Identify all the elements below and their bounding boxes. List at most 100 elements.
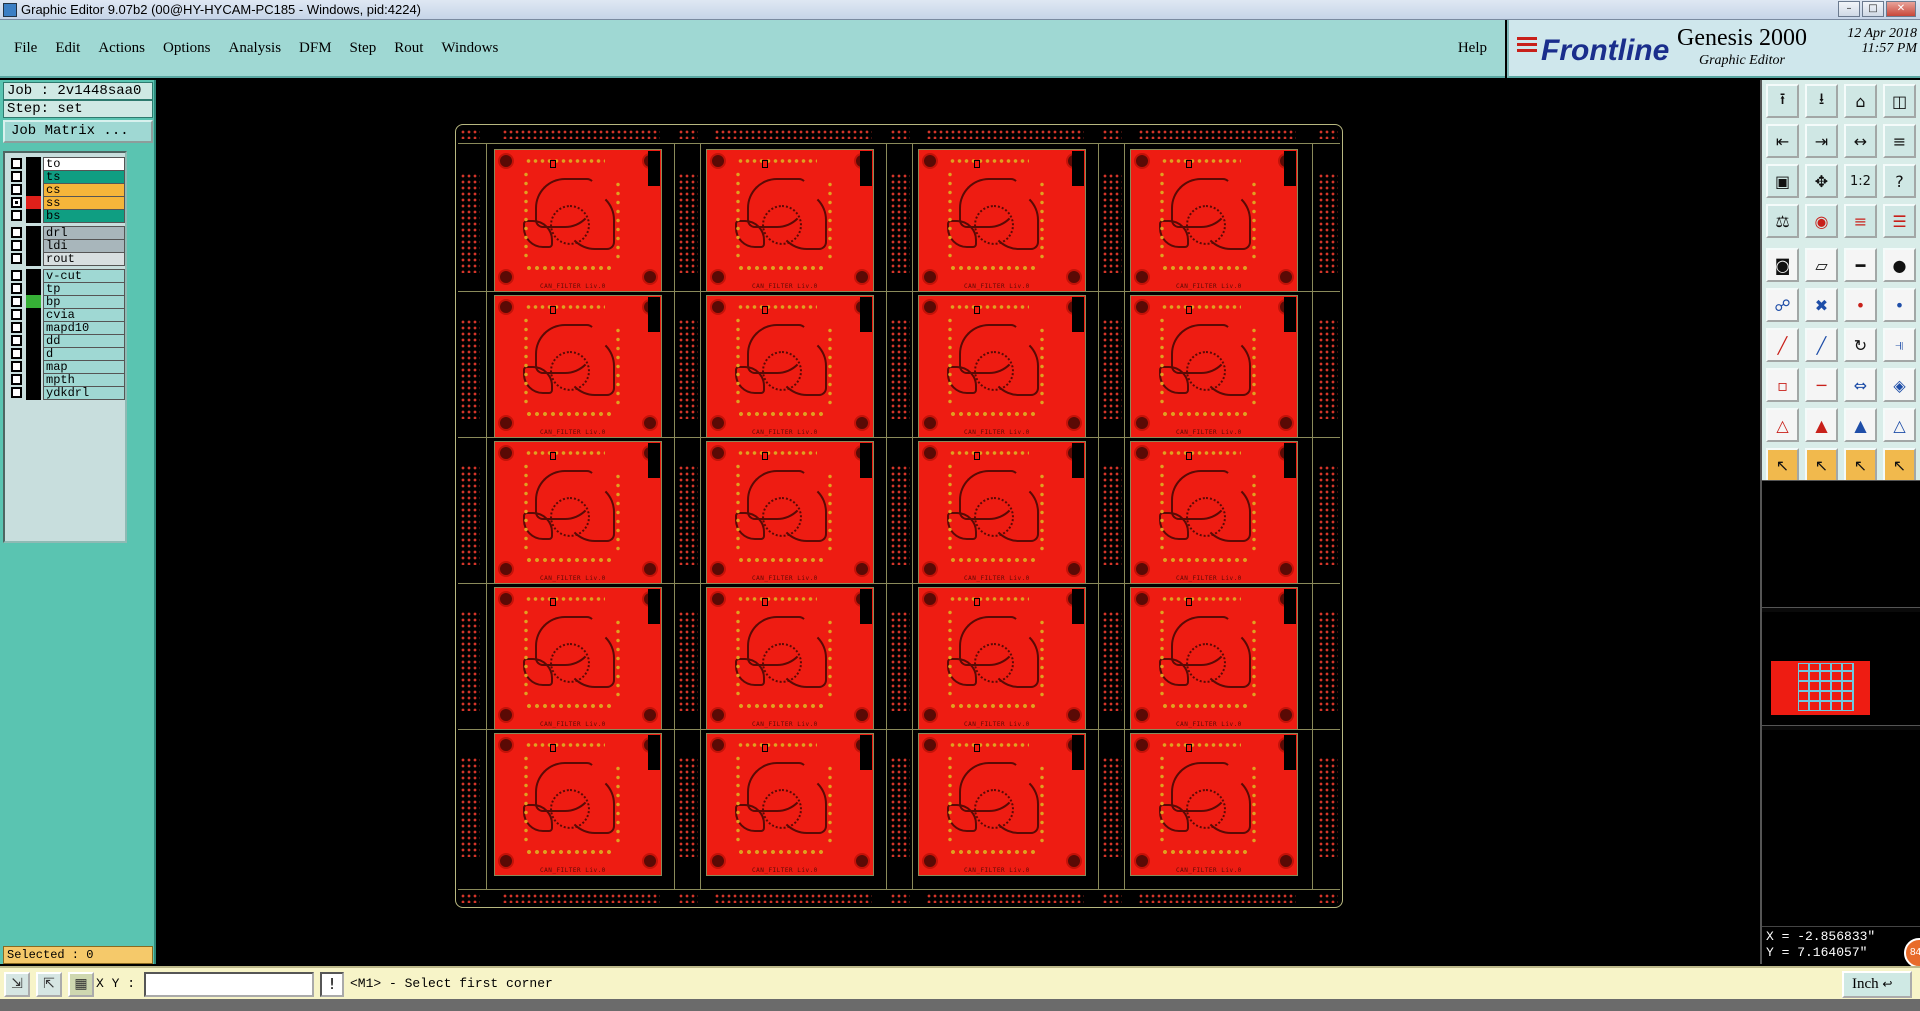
node-alt-button[interactable]: • <box>1883 288 1916 322</box>
job-matrix-button[interactable]: Job Matrix ... <box>3 120 153 143</box>
menu-step[interactable]: Step <box>350 40 377 57</box>
layer-row-mapd10[interactable]: mapd10 <box>9 321 126 335</box>
layer-name[interactable]: ldi <box>43 239 125 253</box>
layer-name[interactable]: to <box>43 157 125 171</box>
grid-snap-icon[interactable]: ▦ <box>68 972 94 997</box>
layer-color-swatch[interactable] <box>26 386 41 400</box>
layer-checkbox[interactable] <box>11 335 22 346</box>
layer-multi-button[interactable]: ☰ <box>1883 204 1916 238</box>
layer-row-dd[interactable]: dd <box>9 334 126 348</box>
triangle-open-button[interactable]: △ <box>1883 408 1916 442</box>
layer-color-swatch[interactable] <box>26 321 41 335</box>
fill-button[interactable]: ≡ <box>1883 124 1916 158</box>
layer-row-bp[interactable]: bp <box>9 295 126 309</box>
layer-name[interactable]: d <box>43 347 125 361</box>
net-button[interactable]: ☍ <box>1766 288 1799 322</box>
menu-options[interactable]: Options <box>163 40 211 57</box>
save-button[interactable]: ⭳ <box>1805 84 1838 118</box>
step-arc-button[interactable]: ⫣ <box>1883 328 1916 362</box>
layer-checkbox[interactable] <box>11 158 22 169</box>
layer-name[interactable]: rout <box>43 252 125 266</box>
layer-row-mpth[interactable]: mpth <box>9 373 126 387</box>
layer-checkbox[interactable] <box>11 374 22 385</box>
layer-name[interactable]: bp <box>43 295 125 309</box>
layer-row-ss[interactable]: ss <box>9 196 126 210</box>
probe-button[interactable]: ◉ <box>1805 204 1838 238</box>
home-button[interactable]: ⌂ <box>1844 84 1877 118</box>
zoom-right-button[interactable]: ⇥ <box>1805 124 1838 158</box>
layer-checkbox[interactable] <box>11 348 22 359</box>
layer-name[interactable]: ts <box>43 170 125 184</box>
triangle-button[interactable]: △ <box>1766 408 1799 442</box>
layer-row-d[interactable]: d <box>9 347 126 361</box>
layer-name[interactable]: ss <box>43 196 125 210</box>
layer-color-swatch[interactable] <box>26 209 41 223</box>
xy-input[interactable] <box>144 972 314 997</box>
layer-checkbox[interactable] <box>11 240 22 251</box>
panel-overview-preview[interactable] <box>1762 612 1920 726</box>
layer-name[interactable]: mpth <box>43 373 125 387</box>
layer-color-swatch[interactable] <box>26 170 41 184</box>
maximize-button[interactable]: □ <box>1862 1 1884 17</box>
layer-row-ts[interactable]: ts <box>9 170 126 184</box>
pointer-step-button[interactable]: ↖ <box>1844 448 1877 482</box>
arc-button[interactable]: ↻ <box>1844 328 1877 362</box>
pad-select-button[interactable]: ◈ <box>1883 368 1916 402</box>
snapshot-button[interactable]: ◙ <box>1766 248 1799 282</box>
menu-dfm[interactable]: DFM <box>299 40 332 57</box>
layer-name[interactable]: tp <box>43 282 125 296</box>
window-split-button[interactable]: ◫ <box>1883 84 1916 118</box>
layer-color-swatch[interactable] <box>26 373 41 387</box>
menu-windows[interactable]: Windows <box>441 40 498 57</box>
units-selector[interactable]: Inch ↩ <box>1842 971 1912 998</box>
layer-color-swatch[interactable] <box>26 239 41 253</box>
layer-name[interactable]: cs <box>43 183 125 197</box>
layer-row-to[interactable]: to <box>9 157 126 171</box>
zoom-left-button[interactable]: ⇤ <box>1766 124 1799 158</box>
layer-color-swatch[interactable] <box>26 157 41 171</box>
layer-name[interactable]: dd <box>43 334 125 348</box>
layer-checkbox[interactable] <box>11 283 22 294</box>
pan-button[interactable]: ↔ <box>1844 124 1877 158</box>
layer-checkbox[interactable] <box>11 184 22 195</box>
open-step-button[interactable]: ⭱ <box>1766 84 1799 118</box>
zoom-box-icon[interactable]: ⇲ <box>4 972 30 997</box>
layer-color-swatch[interactable] <box>26 334 41 348</box>
layer-row-tp[interactable]: tp <box>9 282 126 296</box>
line-button[interactable]: ╱ <box>1766 328 1799 362</box>
close-button[interactable]: ✕ <box>1886 1 1916 17</box>
layer-name[interactable]: ydkdrl <box>43 386 125 400</box>
center-button[interactable]: ✥ <box>1805 164 1838 198</box>
menu-edit[interactable]: Edit <box>55 40 80 57</box>
menu-analysis[interactable]: Analysis <box>229 40 282 57</box>
layer-color-swatch[interactable] <box>26 347 41 361</box>
connect-button[interactable]: ▫ <box>1766 368 1799 402</box>
layer-name[interactable]: cvia <box>43 308 125 322</box>
graphic-canvas[interactable]: CAN_FILTER Liv.0 CAN_FILTER Liv.0 CAN_FILT… <box>158 80 1758 964</box>
line-alt-button[interactable]: ╱ <box>1805 328 1838 362</box>
measure-button[interactable]: ⚖ <box>1766 204 1799 238</box>
layer-checkbox[interactable] <box>11 309 22 320</box>
layer-color-swatch[interactable] <box>26 252 41 266</box>
layer-checkbox[interactable] <box>11 197 22 208</box>
layer-checkbox[interactable] <box>11 253 22 264</box>
pointer-route-button[interactable]: ↖ <box>1883 448 1916 482</box>
layer-name[interactable]: mapd10 <box>43 321 125 335</box>
ruler-button[interactable]: ━ <box>1844 248 1877 282</box>
menu-file[interactable]: File <box>14 40 37 57</box>
distance-button[interactable]: ⇔ <box>1844 368 1877 402</box>
menu-rout[interactable]: Rout <box>394 40 423 57</box>
layer-row-bs[interactable]: bs <box>9 209 126 223</box>
layer-checkbox[interactable] <box>11 171 22 182</box>
layer-row-v-cut[interactable]: v-cut <box>9 269 126 283</box>
layer-checkbox[interactable] <box>11 270 22 281</box>
layer-row-ldi[interactable]: ldi <box>9 239 126 253</box>
triangle-fill-button[interactable]: ▲ <box>1844 408 1877 442</box>
layer-checkbox[interactable] <box>11 296 22 307</box>
layer-name[interactable]: drl <box>43 226 125 240</box>
layer-row-cvia[interactable]: cvia <box>9 308 126 322</box>
layer-name[interactable]: map <box>43 360 125 374</box>
pointer-alt-button[interactable]: ↖ <box>1805 448 1838 482</box>
pointer-button[interactable]: ↖ <box>1766 448 1799 482</box>
layer-checkbox[interactable] <box>11 227 22 238</box>
